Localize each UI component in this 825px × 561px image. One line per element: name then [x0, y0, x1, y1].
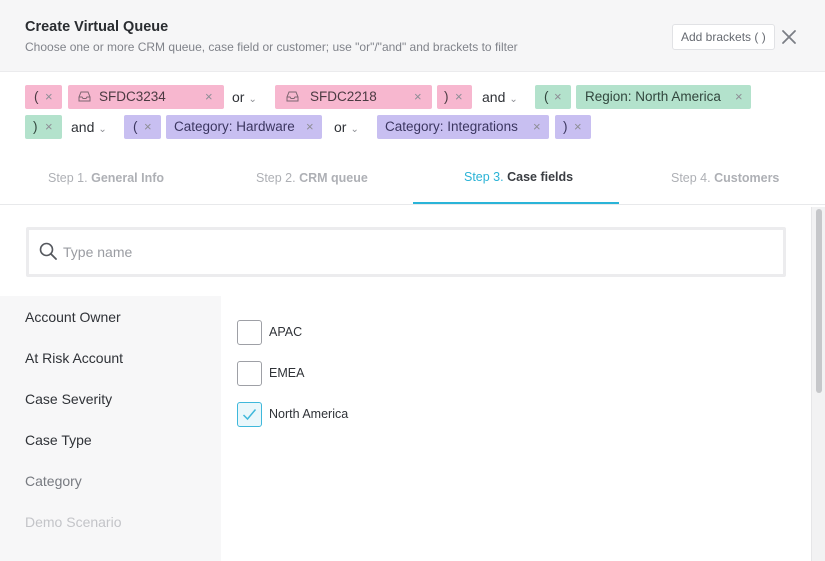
case-field-item[interactable]: Category — [25, 473, 82, 489]
checkmark-icon — [242, 409, 257, 421]
remove-icon[interactable]: × — [45, 115, 53, 139]
add-brackets-button[interactable]: Add brackets ( ) — [672, 24, 775, 50]
operator-select[interactable]: and ⌄ — [482, 85, 518, 112]
queue-chip-sfdc3234[interactable]: SFDC3234 × — [68, 85, 224, 109]
create-virtual-queue-dialog: Create Virtual Queue Choose one or more … — [0, 0, 825, 561]
remove-icon[interactable]: × — [455, 85, 463, 109]
filter-expression: ( × SFDC3234 × or ⌄ SFDC2218 × ) × and ⌄ (… — [0, 72, 825, 147]
close-bracket-chip[interactable]: ) × — [555, 115, 591, 139]
tab-crm-queue[interactable]: Step 2. CRM queue — [256, 171, 368, 185]
remove-icon[interactable]: × — [414, 85, 422, 109]
close-bracket-chip[interactable]: ) × — [25, 115, 62, 139]
step-tabs: Step 1. General Info Step 2. CRM queue S… — [0, 147, 825, 205]
open-bracket-chip[interactable]: ( × — [124, 115, 161, 139]
chevron-down-icon: ⌄ — [98, 124, 107, 135]
chevron-down-icon: ⌄ — [248, 94, 257, 105]
tab-general-info[interactable]: Step 1. General Info — [48, 171, 164, 185]
remove-icon[interactable]: × — [574, 115, 582, 139]
remove-icon[interactable]: × — [205, 85, 213, 109]
scrollbar[interactable] — [811, 207, 825, 561]
case-field-item[interactable]: Case Type — [25, 432, 92, 448]
active-tab-indicator — [413, 202, 619, 204]
inbox-icon — [78, 91, 91, 102]
case-field-item[interactable]: Account Owner — [25, 309, 121, 325]
dialog-title: Create Virtual Queue — [25, 19, 169, 35]
search-input[interactable] — [63, 238, 763, 266]
tab-customers[interactable]: Step 4. Customers — [671, 171, 779, 185]
operator-select[interactable]: and ⌄ — [71, 115, 107, 142]
open-bracket-chip[interactable]: ( × — [25, 85, 62, 109]
queue-label: SFDC2218 — [310, 89, 377, 104]
remove-icon[interactable]: × — [735, 85, 743, 109]
checkbox[interactable] — [237, 361, 262, 386]
checkbox-checked[interactable] — [237, 402, 262, 427]
case-field-item[interactable]: Demo Scenario — [25, 514, 122, 530]
case-field-item[interactable]: At Risk Account — [25, 350, 123, 366]
remove-icon[interactable]: × — [554, 85, 562, 109]
field-chip-category-integrations[interactable]: Category: Integrations × — [377, 115, 549, 139]
queue-chip-sfdc2218[interactable]: SFDC2218 × — [275, 85, 432, 109]
case-field-list: Account Owner At Risk Account Case Sever… — [0, 296, 221, 561]
inbox-icon — [286, 91, 299, 102]
remove-icon[interactable]: × — [306, 115, 314, 139]
checkbox[interactable] — [237, 320, 262, 345]
close-icon[interactable] — [779, 27, 799, 47]
dialog-subtitle: Choose one or more CRM queue, case field… — [25, 40, 518, 54]
tab-case-fields[interactable]: Step 3. Case fields — [464, 170, 573, 184]
remove-icon[interactable]: × — [45, 85, 53, 109]
case-field-item[interactable]: Case Severity — [25, 391, 112, 407]
remove-icon[interactable]: × — [144, 115, 152, 139]
chevron-down-icon: ⌄ — [509, 94, 518, 105]
search-icon — [38, 241, 58, 261]
operator-select[interactable]: or ⌄ — [232, 85, 257, 112]
case-fields-panel: Account Owner At Risk Account Case Sever… — [0, 205, 825, 561]
close-bracket-chip[interactable]: ) × — [437, 85, 472, 109]
field-chip-region[interactable]: Region: North America × — [576, 85, 751, 109]
queue-label: SFDC3234 — [99, 89, 166, 104]
chevron-down-icon: ⌄ — [350, 124, 359, 135]
search-box — [26, 227, 786, 277]
operator-select[interactable]: or ⌄ — [334, 115, 359, 142]
scrollbar-thumb[interactable] — [816, 209, 822, 393]
field-chip-category-hardware[interactable]: Category: Hardware × — [166, 115, 322, 139]
remove-icon[interactable]: × — [533, 115, 541, 139]
dialog-header: Create Virtual Queue Choose one or more … — [0, 0, 825, 72]
open-bracket-chip[interactable]: ( × — [535, 85, 571, 109]
